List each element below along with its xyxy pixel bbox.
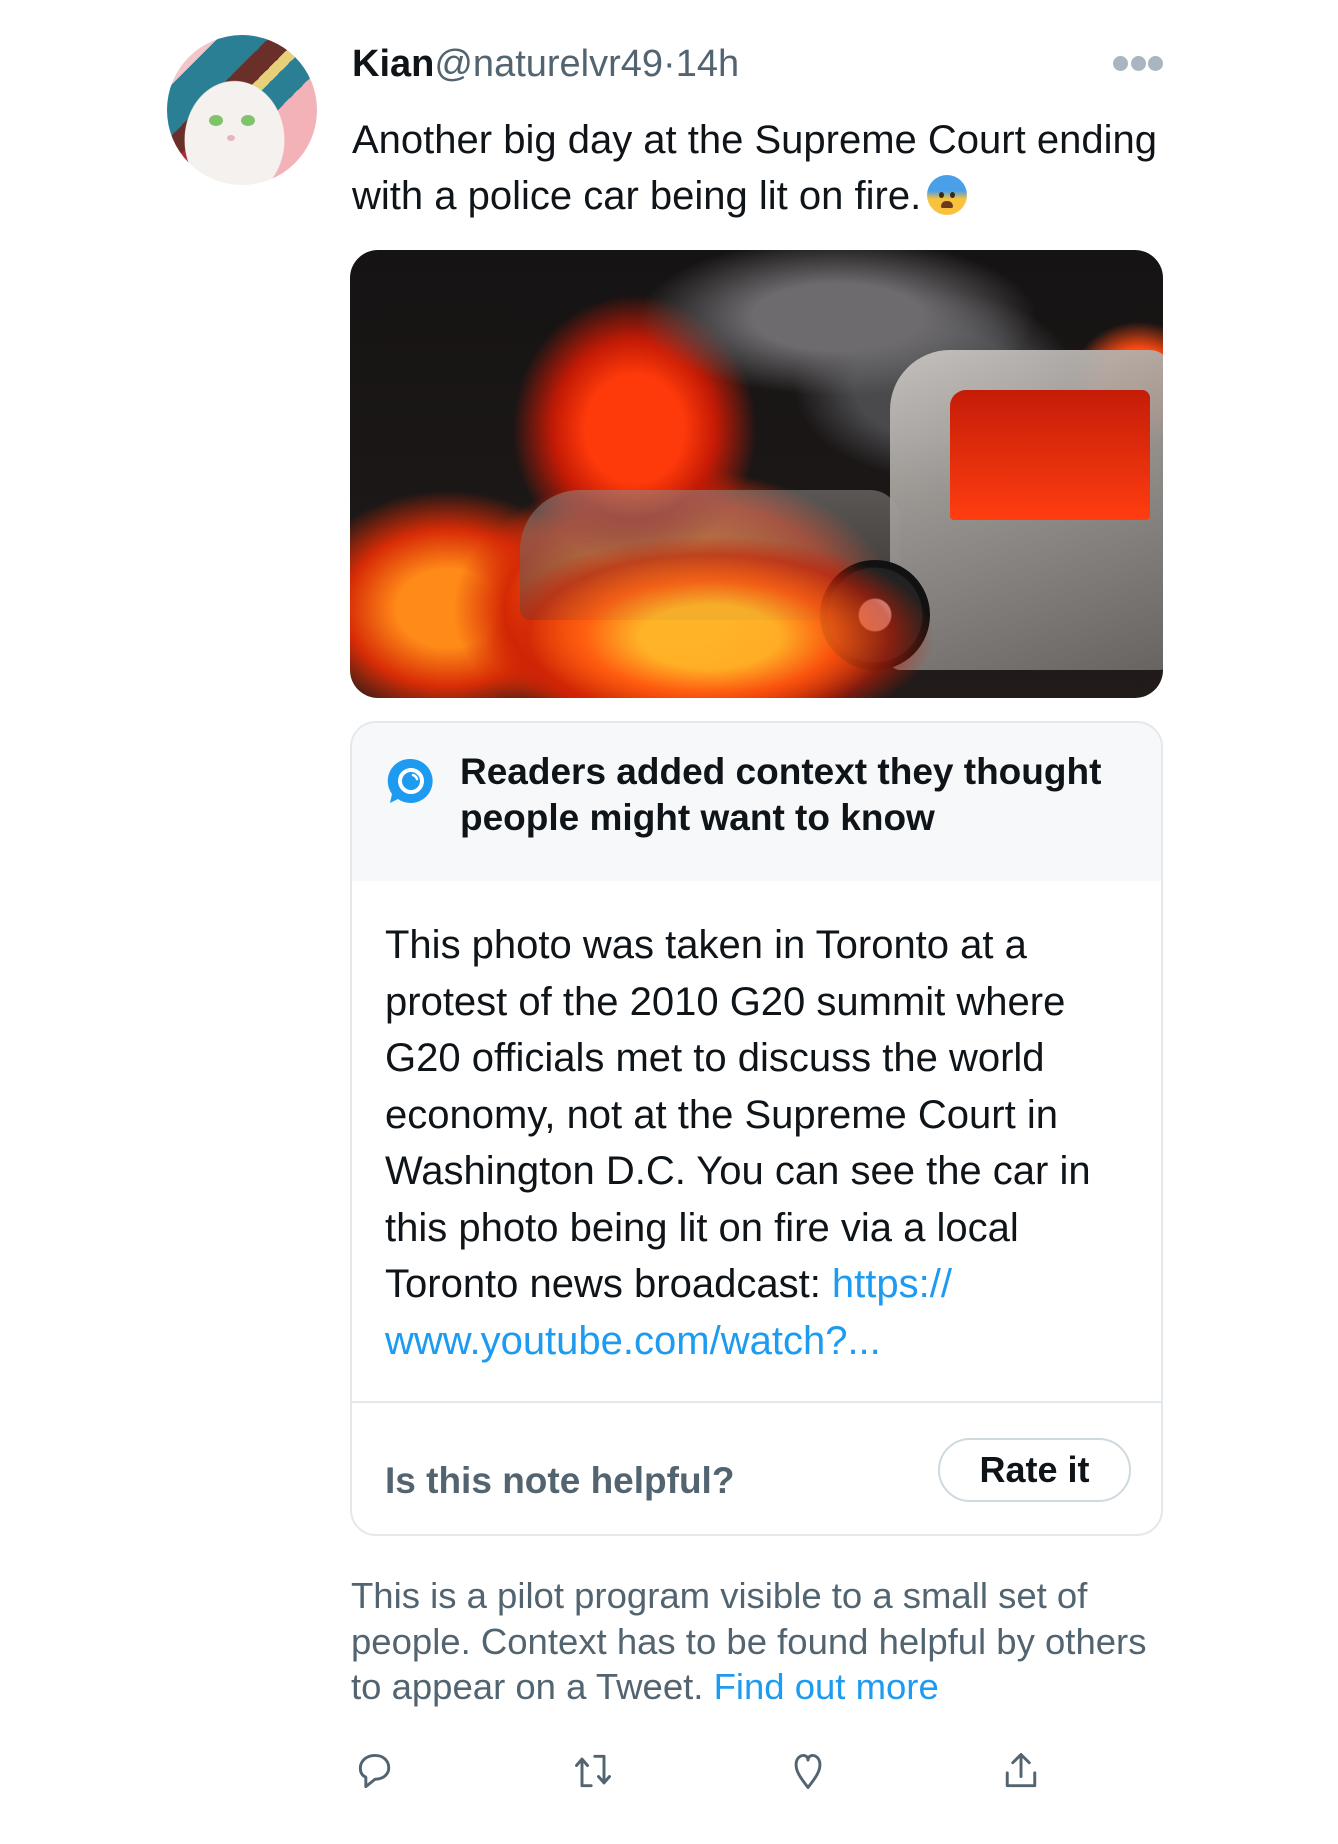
helpful-prompt: Is this note helpful?	[385, 1460, 735, 1501]
avatar-nose	[227, 135, 235, 141]
more-dot	[1148, 55, 1163, 71]
separator-dot: ·	[663, 43, 676, 85]
author-handle[interactable]: @naturelvr49	[434, 43, 663, 85]
heart-icon	[794, 1753, 822, 1789]
tweet-text: Another big day at the Supreme Court end…	[352, 112, 1172, 224]
fearful-face-emoji-icon	[927, 175, 968, 215]
reply-button[interactable]	[352, 1748, 398, 1794]
find-out-more-link[interactable]: Find out more	[714, 1666, 939, 1707]
reply-icon	[358, 1753, 391, 1789]
tweet-actions	[0, 1748, 1338, 1794]
rate-it-button[interactable]: Rate it	[938, 1438, 1131, 1502]
tweet-text-content: Another big day at the Supreme Court end…	[352, 118, 1157, 218]
note-body-text: This photo was taken in Toronto at a pro…	[385, 923, 1091, 1306]
author-name[interactable]: Kian	[352, 43, 434, 85]
pilot-program-notice: This is a pilot program visible to a sma…	[351, 1573, 1171, 1710]
avatar[interactable]	[167, 35, 317, 185]
avatar-eye	[209, 115, 223, 126]
more-dot	[1113, 55, 1128, 71]
like-button[interactable]	[785, 1748, 831, 1794]
avatar-eye	[241, 115, 255, 126]
share-icon	[1005, 1753, 1037, 1788]
photo-flames	[430, 490, 990, 698]
birdwatch-icon	[387, 758, 433, 803]
note-header: Readers added context they thought peopl…	[352, 723, 1161, 881]
retweet-icon	[575, 1754, 611, 1788]
retweet-button[interactable]	[570, 1748, 616, 1794]
more-options-button[interactable]	[1108, 46, 1168, 80]
more-dot	[1130, 55, 1146, 71]
community-note-card: Readers added context they thought peopl…	[350, 721, 1163, 1536]
tweet-photo[interactable]	[350, 250, 1163, 698]
share-button[interactable]	[998, 1748, 1044, 1794]
note-title: Readers added context they thought peopl…	[460, 751, 1102, 838]
note-body: This photo was taken in Toronto at a pro…	[385, 917, 1145, 1369]
tweet-header: Kian@naturelvr49·14h	[352, 40, 739, 88]
tweet-timestamp[interactable]: 14h	[676, 43, 739, 85]
note-divider	[352, 1401, 1161, 1403]
